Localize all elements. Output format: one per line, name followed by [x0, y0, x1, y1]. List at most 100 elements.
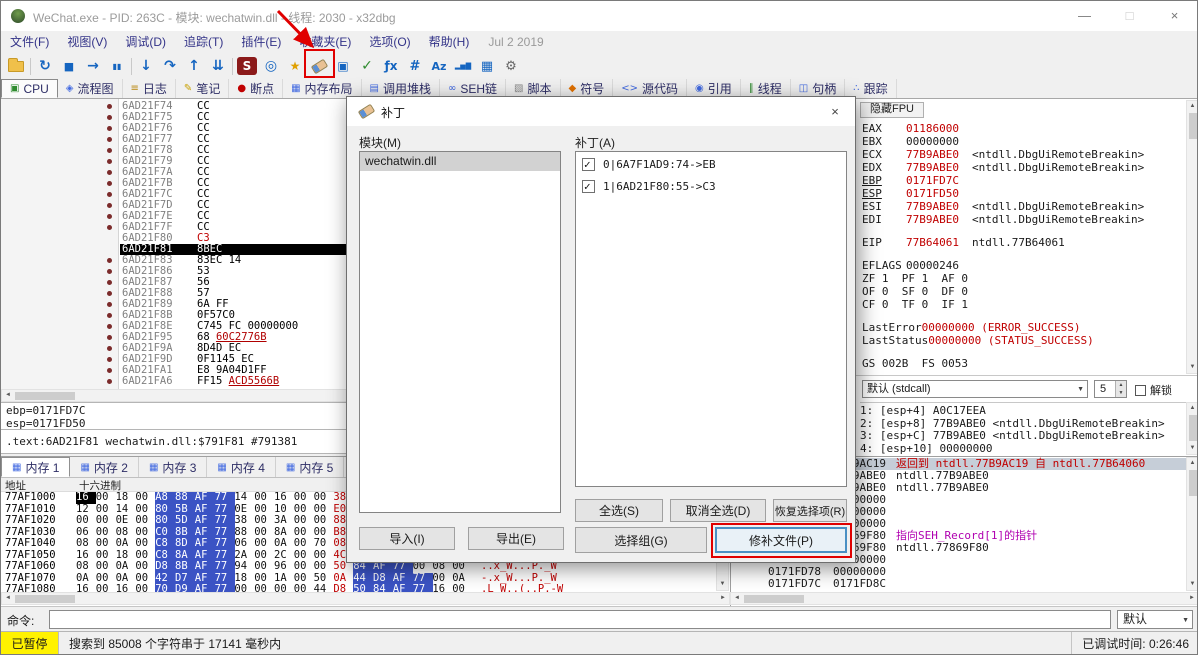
- breakpoint-dot[interactable]: [107, 335, 112, 340]
- register-row-eflags[interactable]: EFLAGS 00000246: [862, 259, 1144, 272]
- registers-vscroll[interactable]: ▲ ▼: [1186, 100, 1197, 374]
- command-input[interactable]: [49, 610, 1111, 629]
- breakpoint-dot[interactable]: [107, 280, 112, 285]
- stop-icon[interactable]: ■: [57, 55, 81, 77]
- patch-icon[interactable]: [307, 55, 331, 77]
- dump-tab-1[interactable]: ▦ 内存 1: [1, 457, 71, 477]
- module-list[interactable]: wechatwin.dll: [359, 151, 561, 513]
- memory-map-icon[interactable]: ▦: [475, 55, 499, 77]
- breakpoint-dot[interactable]: [107, 104, 112, 109]
- scroll-thumb[interactable]: [1189, 470, 1197, 496]
- breakpoint-dot[interactable]: [107, 170, 112, 175]
- breakpoint-dot[interactable]: [107, 368, 112, 373]
- scroll-arrow-icon[interactable]: ▲: [1187, 101, 1197, 112]
- breakpoint-dot[interactable]: [107, 324, 112, 329]
- breakpoint-dot[interactable]: [107, 302, 112, 307]
- dialog-close-icon[interactable]: ×: [815, 97, 855, 126]
- stack-hscroll[interactable]: ◄ ►: [730, 592, 1197, 605]
- command-profile-select[interactable]: 默认 ▼: [1117, 610, 1193, 629]
- dump-tab-4[interactable]: ▦ 内存 4: [207, 457, 276, 477]
- step-into-icon[interactable]: ↓: [134, 55, 158, 77]
- favourites-icon[interactable]: ★: [283, 55, 307, 77]
- breakpoint-dot[interactable]: [107, 214, 112, 219]
- breakpoint-dot[interactable]: [107, 148, 112, 153]
- dialog-title-bar[interactable]: 补丁 ×: [347, 97, 855, 126]
- tab-graph[interactable]: ◈ 流程图: [58, 79, 123, 98]
- scroll-arrow-icon[interactable]: ▼: [1187, 443, 1197, 454]
- scroll-arrow-icon[interactable]: ▼: [717, 579, 728, 590]
- breakpoint-dot[interactable]: [107, 126, 112, 131]
- breakpoint-dot[interactable]: [107, 346, 112, 351]
- register-row-edi[interactable]: EDI 77B9ABE0 <ntdll.DbgUiRemoteBreakin>: [862, 213, 1144, 226]
- patch-checkbox[interactable]: [582, 157, 595, 171]
- stack-vscroll[interactable]: ▲ ▼: [1186, 457, 1197, 591]
- breakpoint-dot[interactable]: [107, 203, 112, 208]
- scyllahide-icon[interactable]: S: [237, 57, 257, 75]
- scroll-arrow-icon[interactable]: ▲: [1187, 403, 1197, 414]
- menu-item-debug[interactable]: 调试(D): [116, 31, 175, 53]
- register-row-laststatus[interactable]: LastStatus00000000 (STATUS_SUCCESS): [862, 334, 1144, 347]
- hide-fpu-button[interactable]: 隐藏FPU: [860, 102, 924, 118]
- patch-file-button[interactable]: 修补文件(P): [715, 527, 847, 553]
- select-all-button[interactable]: 全选(S): [575, 499, 663, 522]
- breakpoint-dot[interactable]: [107, 357, 112, 362]
- breakpoint-dot[interactable]: [107, 115, 112, 120]
- windows-icon[interactable]: ▣: [331, 55, 355, 77]
- hash-icon[interactable]: #: [403, 55, 427, 77]
- skip-icon[interactable]: ⇊: [206, 55, 230, 77]
- minimize-button[interactable]: —: [1062, 1, 1107, 31]
- step-over-icon[interactable]: ↷: [158, 55, 182, 77]
- animate-icon[interactable]: ◎: [259, 55, 283, 77]
- maximize-button[interactable]: □: [1107, 1, 1152, 31]
- scroll-arrow-icon[interactable]: ◄: [731, 593, 743, 604]
- register-row-eax[interactable]: EAX 01186000: [862, 122, 1144, 135]
- restart-icon[interactable]: ↻: [33, 55, 57, 77]
- breakpoint-dot[interactable]: [107, 159, 112, 164]
- scroll-arrow-icon[interactable]: ►: [717, 593, 729, 604]
- register-row-esi[interactable]: ESI 77B9ABE0 <ntdll.DbgUiRemoteBreakin>: [862, 200, 1144, 213]
- register-row-esp[interactable]: ESP 0171FD50: [862, 187, 1144, 200]
- breakpoint-dot[interactable]: [107, 379, 112, 384]
- patch-checkbox[interactable]: [582, 179, 595, 193]
- breakpoint-dot[interactable]: [107, 313, 112, 318]
- scroll-thumb[interactable]: [15, 595, 75, 603]
- breakpoint-dot[interactable]: [107, 258, 112, 263]
- register-row-ecx[interactable]: ECX 77B9ABE0 <ntdll.DbgUiRemoteBreakin>: [862, 148, 1144, 161]
- tab-cpu[interactable]: ▣ CPU: [1, 79, 58, 98]
- scroll-arrow-icon[interactable]: ◄: [2, 390, 14, 401]
- calling-convention-select[interactable]: 默认 (stdcall) ▼: [862, 380, 1088, 398]
- open-file-icon[interactable]: [4, 55, 28, 77]
- breakpoint-dot[interactable]: [107, 225, 112, 230]
- breakpoint-dot[interactable]: [107, 137, 112, 142]
- patch-list[interactable]: 0|6A7F1AD9:74->EB 1|6AD21F80:55->C3: [575, 151, 847, 487]
- fx-icon[interactable]: ƒx: [379, 55, 403, 77]
- tab-notes[interactable]: ✎ 笔记: [176, 79, 230, 98]
- spinner-arrows-icon[interactable]: ▲ ▼: [1115, 381, 1126, 397]
- checkbox-box[interactable]: [1135, 384, 1146, 396]
- scroll-thumb[interactable]: [744, 595, 804, 603]
- register-row-eip[interactable]: EIP 77B64061 ntdll.77B64061: [862, 236, 1144, 249]
- register-row-lasterror[interactable]: LastError00000000 (ERROR_SUCCESS): [862, 321, 1144, 334]
- address-link[interactable]: ACD5566B: [229, 375, 280, 387]
- scroll-thumb[interactable]: [15, 392, 75, 400]
- scroll-arrow-icon[interactable]: ◄: [2, 593, 14, 604]
- breakpoint-dot[interactable]: [107, 192, 112, 197]
- scroll-thumb[interactable]: [1189, 113, 1197, 139]
- menu-item-plugins[interactable]: 插件(E): [232, 31, 290, 53]
- dump-tab-3[interactable]: ▦ 内存 3: [139, 457, 208, 477]
- check-icon[interactable]: ✓: [355, 55, 379, 77]
- breakpoint-dot[interactable]: [107, 291, 112, 296]
- patch-list-item[interactable]: 1|6AD21F80:55->C3: [576, 176, 846, 196]
- menu-item-favourites[interactable]: 收藏夹(E): [290, 31, 360, 53]
- scroll-arrow-icon[interactable]: ▼: [1187, 579, 1197, 590]
- unlock-checkbox[interactable]: 解锁: [1135, 382, 1172, 398]
- register-row-edx[interactable]: EDX 77B9ABE0 <ntdll.DbgUiRemoteBreakin>: [862, 161, 1144, 174]
- breakpoint-dot[interactable]: [107, 269, 112, 274]
- module-list-item[interactable]: wechatwin.dll: [360, 152, 560, 171]
- pause-icon[interactable]: ▮▮: [105, 55, 129, 77]
- graph-icon[interactable]: ▂▅▇: [451, 55, 475, 77]
- scroll-arrow-icon[interactable]: ►: [1186, 593, 1197, 604]
- menu-item-view[interactable]: 视图(V): [58, 31, 116, 53]
- stack-row[interactable]: 0171FD7C 0171FD8C: [731, 578, 1197, 590]
- breakpoint-dot[interactable]: [107, 181, 112, 186]
